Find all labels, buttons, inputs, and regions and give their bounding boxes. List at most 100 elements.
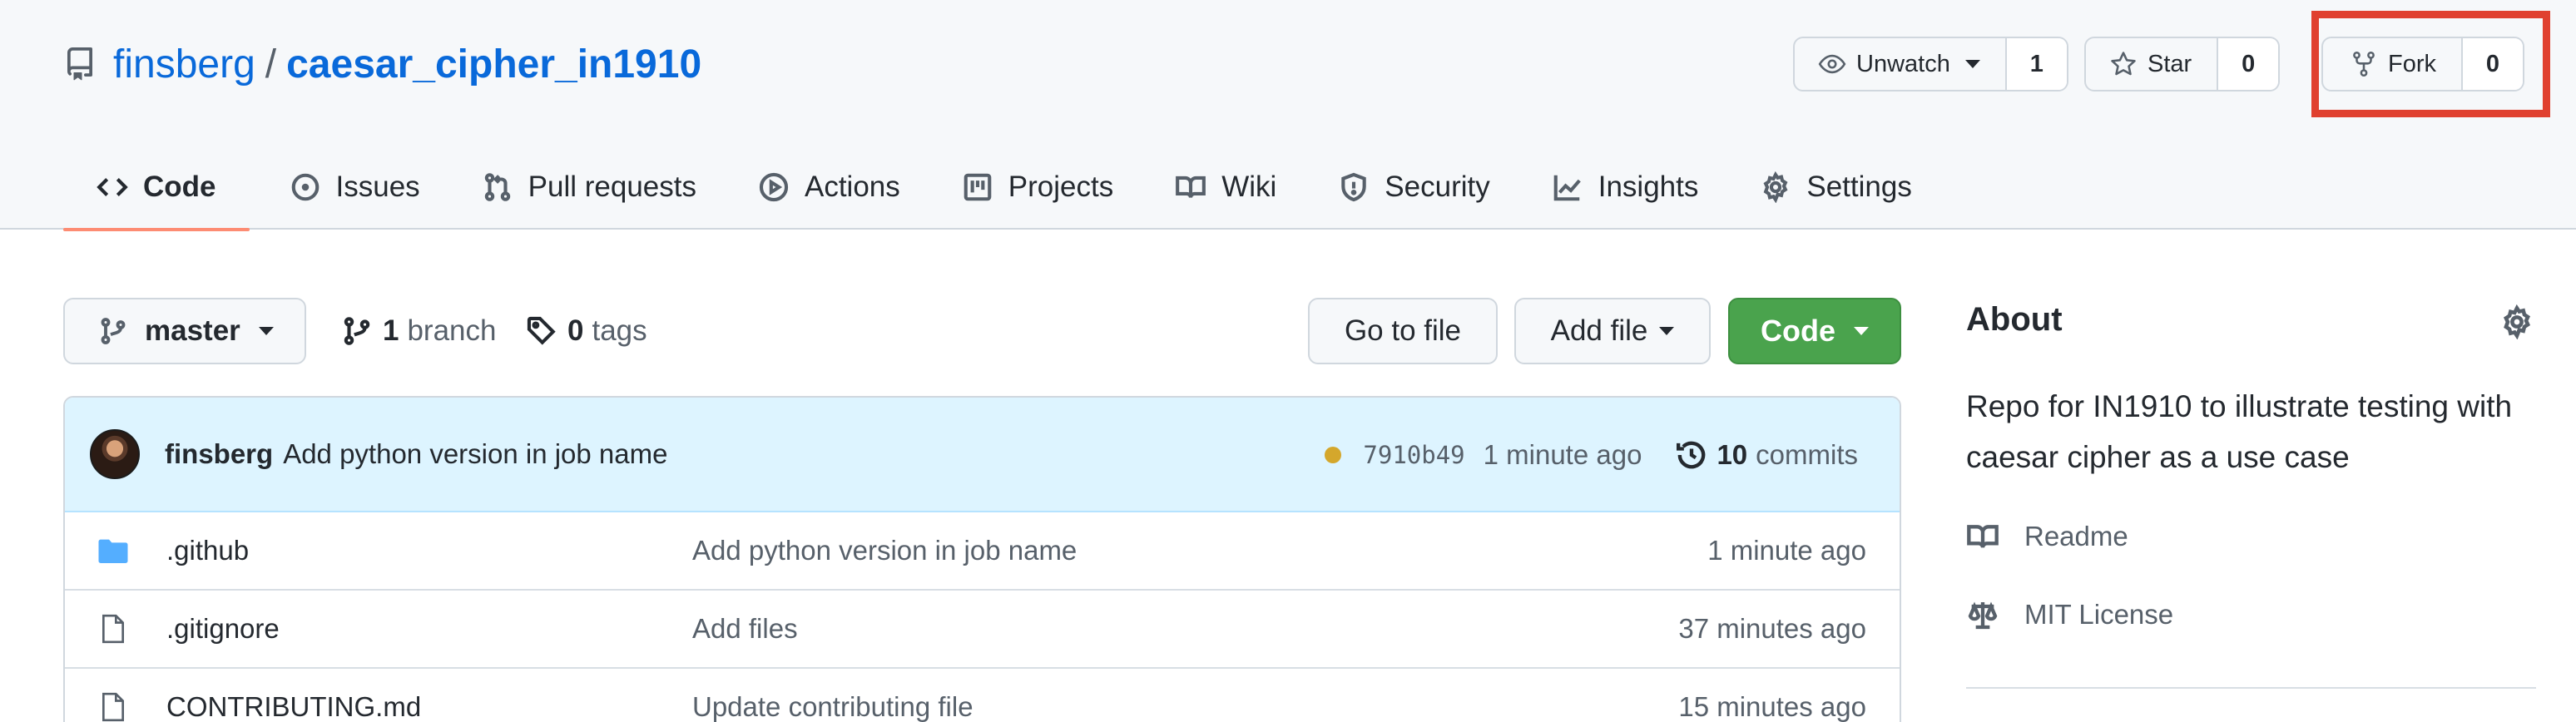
branch-count: 1 (383, 314, 399, 347)
status-dot-icon[interactable] (1325, 447, 1342, 463)
avatar[interactable] (90, 429, 140, 479)
tab-insights-label: Insights (1598, 171, 1699, 203)
star-button[interactable]: Star (2086, 38, 2219, 90)
file-name-link[interactable]: .gitignore (166, 613, 280, 645)
file-icon (102, 692, 124, 722)
tab-code-label: Code (143, 171, 216, 203)
star-count[interactable]: 0 (2218, 38, 2279, 90)
commit-author-link[interactable]: finsberg (165, 438, 273, 470)
repo-owner-link[interactable]: finsberg (113, 42, 255, 87)
watch-count[interactable]: 1 (2006, 38, 2067, 90)
unwatch-button[interactable]: Unwatch (1795, 38, 2007, 90)
unwatch-label: Unwatch (1856, 50, 1950, 77)
tab-actions-label: Actions (804, 171, 900, 203)
book-icon (1176, 176, 1206, 198)
branch-name: master (145, 314, 240, 347)
file-commit-time: 15 minutes ago (1678, 691, 1866, 722)
branch-icon (101, 318, 126, 344)
repo-icon (67, 47, 92, 81)
folder-icon (98, 539, 128, 563)
commit-message-link[interactable]: Add python version in job name (283, 438, 667, 470)
tab-issues[interactable]: Issues (256, 145, 442, 230)
about-heading: About (1966, 301, 2063, 338)
about-divider (1966, 687, 2536, 689)
file-commit-message-link[interactable]: Add python version in job name (692, 535, 1077, 566)
chevron-down-icon (1964, 60, 1980, 68)
repo-title: finsberg / caesar_cipher_in1910 (63, 37, 701, 91)
tags-link[interactable]: 0 tags (526, 298, 647, 364)
commit-word: commits (1756, 439, 1858, 470)
about-description: Repo for IN1910 to illustrate testing wi… (1966, 389, 2513, 474)
gear-icon[interactable] (2499, 304, 2534, 339)
fork-highlight-box (2311, 11, 2550, 117)
watch-button-group: Unwatch 1 (1793, 37, 2068, 91)
file-commit-message-link[interactable]: Update contributing file (692, 691, 973, 722)
chevron-down-icon (1854, 327, 1869, 335)
branch-word: branch (407, 314, 497, 347)
go-to-file-button[interactable]: Go to file (1308, 298, 1498, 364)
branch-icon (344, 317, 370, 345)
license-label: MIT License (2024, 599, 2174, 630)
tab-insights[interactable]: Insights (1518, 145, 1721, 230)
file-browser: finsberg Add python version in job name … (63, 396, 1901, 722)
repo-name-link[interactable]: caesar_cipher_in1910 (286, 42, 701, 87)
tab-security[interactable]: Security (1305, 145, 1511, 230)
star-icon (2111, 52, 2136, 76)
tab-projects[interactable]: Projects (929, 145, 1135, 230)
graph-icon (1553, 175, 1581, 201)
tab-code[interactable]: Code (63, 145, 250, 231)
star-group: Star 0 (2084, 37, 2281, 91)
eye-icon (1818, 54, 1846, 74)
shield-icon (1341, 172, 1367, 202)
commits-history-link[interactable]: 10 commits (1675, 438, 1858, 472)
gear-icon (1763, 171, 1788, 203)
readme-label: Readme (2024, 521, 2128, 551)
project-icon (964, 173, 992, 201)
file-icon (102, 614, 124, 644)
code-download-button[interactable]: Code (1728, 298, 1901, 364)
tab-actions[interactable]: Actions (725, 145, 922, 230)
tag-icon (527, 316, 556, 345)
readme-link[interactable]: Readme (1966, 516, 2128, 557)
commit-sha-link[interactable]: 7910b49 (1363, 441, 1464, 469)
license-link[interactable]: MIT License (1966, 594, 2173, 635)
file-row: .github Add python version in job name 1… (65, 512, 1900, 591)
branches-link[interactable]: 1 branch (341, 298, 497, 364)
commit-time: 1 minute ago (1483, 439, 1642, 470)
tab-pull-requests[interactable]: Pull requests (448, 145, 718, 230)
file-name-link[interactable]: .github (166, 535, 249, 566)
tab-security-label: Security (1385, 171, 1490, 203)
code-button-label: Code (1761, 314, 1835, 348)
tab-projects-label: Projects (1008, 171, 1114, 203)
add-file-label: Add file (1550, 314, 1648, 347)
file-commit-time: 1 minute ago (1707, 535, 1866, 566)
tab-wiki[interactable]: Wiki (1142, 145, 1298, 230)
tab-wiki-label: Wiki (1221, 171, 1277, 203)
tab-issues-label: Issues (335, 171, 420, 203)
latest-commit-bar: finsberg Add python version in job name … (65, 398, 1900, 512)
branch-select-button[interactable]: master (63, 298, 306, 364)
book-icon (1967, 525, 1999, 548)
commit-count: 10 (1717, 439, 1748, 470)
tab-pull-requests-label: Pull requests (528, 171, 696, 203)
file-name-link[interactable]: CONTRIBUTING.md (166, 691, 421, 722)
tab-settings[interactable]: Settings (1726, 145, 1933, 230)
chevron-down-icon (1659, 327, 1675, 335)
commit-meta: 7910b49 1 minute ago 10 commits (1325, 398, 1858, 512)
file-commit-time: 37 minutes ago (1678, 613, 1866, 644)
code-icon (97, 178, 128, 196)
add-file-button[interactable]: Add file (1514, 298, 1711, 364)
play-icon (759, 172, 789, 202)
file-row: .gitignore Add files 37 minutes ago (65, 591, 1900, 669)
issue-icon (291, 173, 319, 201)
chevron-down-icon (258, 327, 274, 335)
star-button-group: Star 0 (2084, 37, 2281, 91)
repo-header: finsberg / caesar_cipher_in1910 Unwatch … (0, 0, 2576, 231)
file-commit-message-link[interactable]: Add files (692, 613, 798, 645)
pull-request-icon (484, 173, 510, 201)
repo-separator: / (265, 42, 277, 87)
star-label: Star (2147, 50, 2192, 77)
tag-word: tags (592, 314, 647, 347)
history-icon (1677, 441, 1706, 469)
tag-count: 0 (567, 314, 584, 347)
